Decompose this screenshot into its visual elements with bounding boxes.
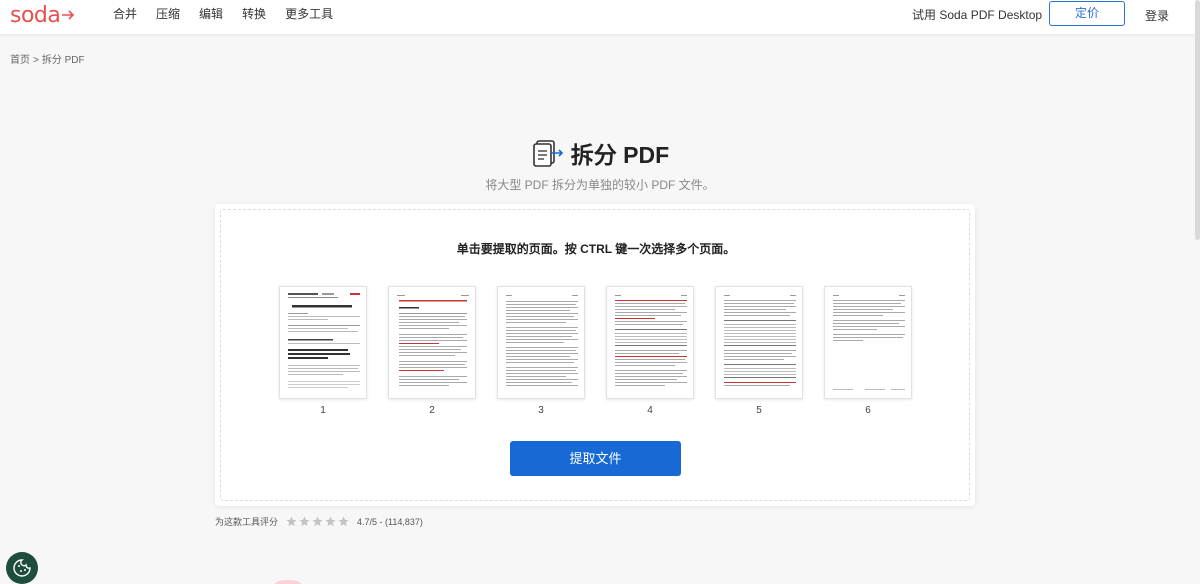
page-number-4: 4 — [647, 405, 653, 416]
pricing-button[interactable]: 定价 — [1049, 1, 1125, 26]
breadcrumb-home[interactable]: 首页 — [10, 55, 30, 66]
logo-arrow-icon — [61, 10, 75, 20]
page-thumbnail-5[interactable] — [715, 286, 803, 399]
page-number-1: 1 — [320, 405, 326, 416]
star-icon[interactable] — [286, 516, 297, 527]
cookie-icon — [13, 559, 31, 577]
breadcrumb: 首页 > 拆分 PDF — [10, 51, 85, 66]
star-icon[interactable] — [312, 516, 323, 527]
breadcrumb-current: 拆分 PDF — [41, 55, 85, 66]
star-icon[interactable] — [325, 516, 336, 527]
split-tool-card: 单击要提取的页面。按 CTRL 键一次选择多个页面。 1 2 3 4 5 6 提… — [215, 204, 975, 506]
page-thumbnail-4[interactable] — [606, 286, 694, 399]
page-thumbnail-3[interactable] — [497, 286, 585, 399]
breadcrumb-separator: > — [33, 55, 39, 66]
decorative-shape — [275, 580, 301, 584]
nav-item-merge[interactable]: 合并 — [113, 5, 137, 22]
cookie-settings-button[interactable] — [6, 552, 38, 584]
page-number-5: 5 — [756, 405, 762, 416]
page-thumbnail-1[interactable] — [279, 286, 367, 399]
star-icon[interactable] — [338, 516, 349, 527]
page-thumbnail-6[interactable] — [824, 286, 912, 399]
try-desktop-link[interactable]: 试用 Soda PDF Desktop — [912, 6, 1042, 23]
nav-item-more-tools[interactable]: 更多工具 — [285, 5, 333, 22]
page-selection-area: 单击要提取的页面。按 CTRL 键一次选择多个页面。 1 2 3 4 5 6 提… — [220, 209, 970, 501]
page-number-2: 2 — [429, 405, 435, 416]
page-number-3: 3 — [538, 405, 544, 416]
rating-score: 4.7/5 - (114,837) — [357, 516, 423, 527]
scrollbar[interactable] — [1195, 0, 1200, 240]
soda-logo[interactable]: soda — [10, 2, 75, 28]
page-thumbnail-2[interactable] — [388, 286, 476, 399]
logo-text: soda — [10, 2, 61, 28]
main-nav: 合并 压缩 编辑 转换 更多工具 — [113, 0, 352, 26]
selection-instruction: 单击要提取的页面。按 CTRL 键一次选择多个页面。 — [456, 242, 736, 256]
extract-files-button[interactable]: 提取文件 — [510, 441, 681, 476]
login-link[interactable]: 登录 — [1145, 7, 1169, 24]
split-pdf-icon — [531, 136, 565, 170]
page-subtitle: 将大型 PDF 拆分为单独的较小 PDF 文件。 — [485, 178, 715, 192]
page-title: 拆分 PDF — [570, 142, 670, 168]
rating-stars[interactable] — [286, 516, 351, 527]
rating-label: 为这款工具评分 — [215, 517, 279, 527]
top-header: soda 合并 压缩 编辑 转换 更多工具 试用 Soda PDF Deskto… — [0, 0, 1200, 34]
tool-rating: 为这款工具评分 4.7/5 - (114,837) — [215, 515, 423, 528]
star-icon[interactable] — [299, 516, 310, 527]
tool-title-row: 拆分 PDF — [0, 136, 1200, 170]
nav-item-convert[interactable]: 转换 — [242, 5, 266, 22]
nav-item-edit[interactable]: 编辑 — [199, 5, 223, 22]
page-number-6: 6 — [865, 405, 871, 416]
nav-item-compress[interactable]: 压缩 — [156, 5, 180, 22]
